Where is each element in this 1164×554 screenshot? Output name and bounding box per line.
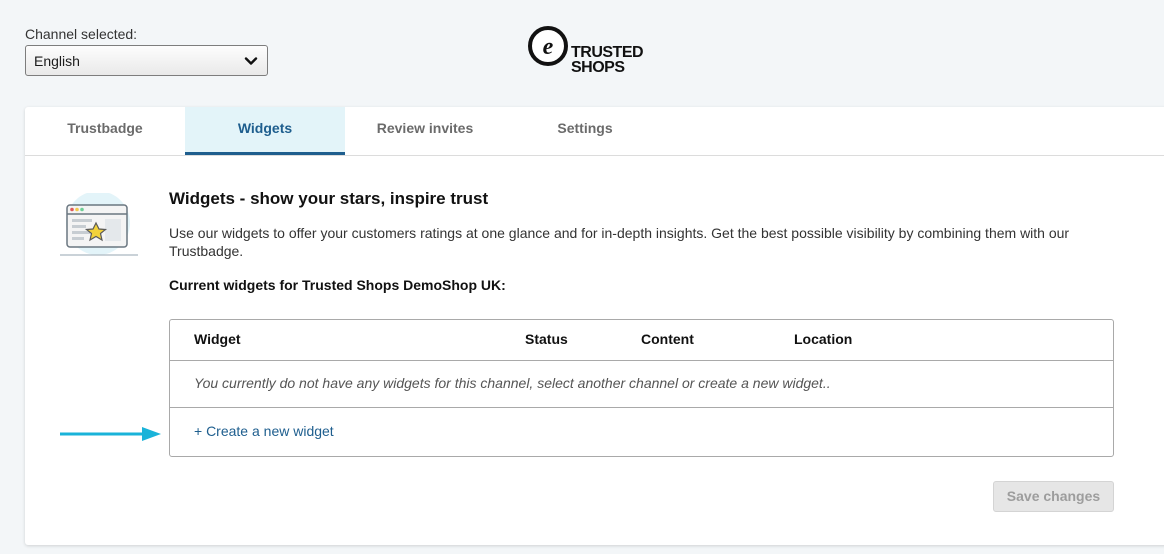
channel-selected-label: Channel selected: — [25, 26, 138, 42]
tab-trustbadge[interactable]: Trustbadge — [25, 107, 185, 155]
empty-state-message: You currently do not have any widgets fo… — [194, 375, 831, 391]
intro-text: Use our widgets to offer your customers … — [169, 225, 1070, 259]
chevron-down-icon — [244, 57, 258, 65]
current-widgets-label: Current widgets for Trusted Shops DemoSh… — [169, 277, 506, 293]
arrow-right-icon — [60, 427, 161, 441]
channel-select-value: English — [34, 53, 80, 69]
trusted-shops-logo: e TRUSTED SHOPS — [528, 26, 648, 76]
column-header-content: Content — [641, 331, 694, 347]
tab-widgets[interactable]: Widgets — [185, 107, 345, 155]
column-header-widget: Widget — [194, 331, 241, 347]
tab-settings[interactable]: Settings — [505, 107, 665, 155]
browser-window-star-icon — [60, 193, 138, 256]
page-heading: Widgets - show your stars, inspire trust — [169, 189, 489, 208]
settings-card: Trustbadge Widgets Review invites Settin… — [25, 107, 1164, 545]
column-header-location: Location — [794, 331, 853, 347]
svg-text:e: e — [543, 34, 554, 60]
table-header: Widget Status Content Location — [170, 320, 1113, 361]
channel-select[interactable]: English — [25, 45, 268, 76]
tab-review-invites[interactable]: Review invites — [345, 107, 505, 155]
logo-word-shops: SHOPS — [571, 59, 625, 76]
column-header-status: Status — [525, 331, 568, 347]
save-changes-button[interactable]: Save changes — [993, 481, 1114, 512]
tab-bar: Trustbadge Widgets Review invites Settin… — [25, 107, 1164, 156]
trusted-shops-e-icon: e — [528, 26, 568, 66]
widgets-table: Widget Status Content Location You curre… — [169, 319, 1114, 457]
empty-state-row: You currently do not have any widgets fo… — [170, 360, 1113, 408]
create-widget-link[interactable]: + Create a new widget — [194, 423, 334, 439]
